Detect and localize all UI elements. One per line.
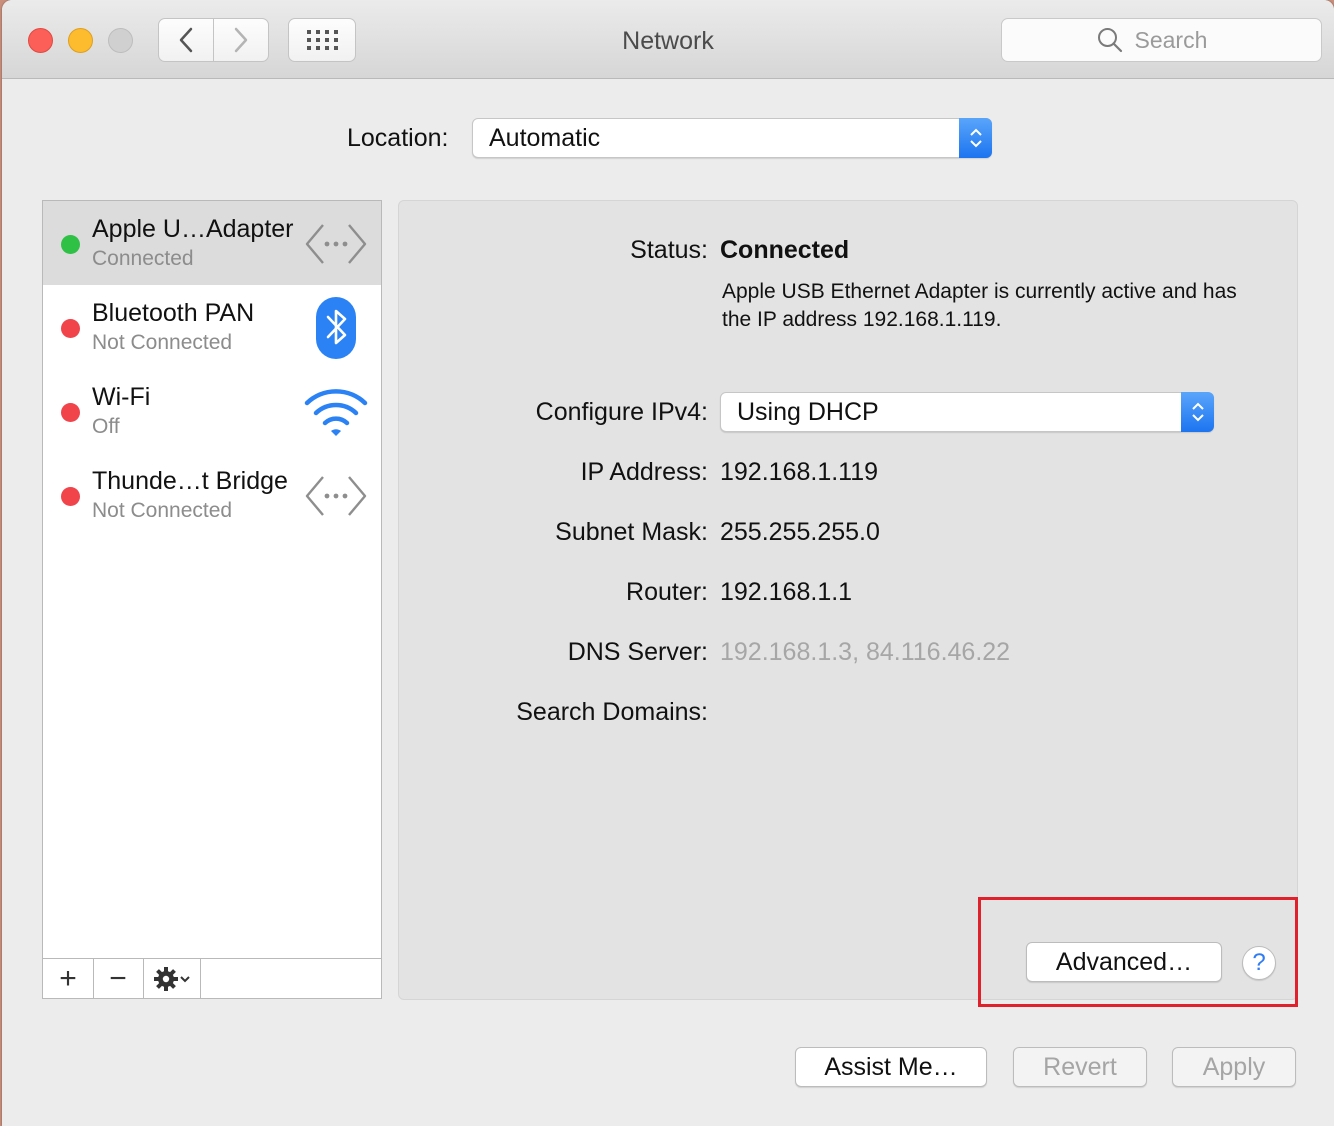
- service-name: Apple U…Adapter: [92, 215, 294, 243]
- service-name: Wi-Fi: [92, 383, 151, 411]
- service-status: Not Connected: [92, 499, 233, 522]
- remove-service-button[interactable]: −: [93, 959, 144, 998]
- add-service-button[interactable]: +: [43, 959, 94, 998]
- service-actions-menu-button[interactable]: [143, 959, 201, 998]
- status-description: Apple USB Ethernet Adapter is currently …: [722, 280, 1237, 331]
- router-value: 192.168.1.1: [720, 578, 853, 606]
- apply-button[interactable]: Apply: [1172, 1047, 1296, 1087]
- network-preferences-window: Network Location: Automatic Apple U…Adap…: [2, 0, 1334, 1126]
- location-label: Location:: [347, 124, 449, 152]
- search-domains-label: Search Domains:: [516, 698, 708, 726]
- wifi-icon: [304, 389, 368, 436]
- service-status: Connected: [92, 247, 194, 270]
- updown-arrows-icon: [1181, 392, 1214, 432]
- service-status: Off: [92, 415, 120, 438]
- service-item-bluetooth-pan[interactable]: Bluetooth PAN Not Connected: [43, 285, 381, 369]
- service-item-apple-usb-adapter[interactable]: Apple U…Adapter Connected: [43, 201, 381, 285]
- status-dot-green: [61, 235, 80, 254]
- subnet-mask-label: Subnet Mask:: [555, 518, 708, 546]
- chevron-down-icon: [179, 975, 190, 982]
- service-name: Thunde…t Bridge: [92, 467, 288, 495]
- search-input[interactable]: [1132, 25, 1227, 55]
- status-label: Status:: [630, 236, 708, 264]
- subnet-mask-value: 255.255.255.0: [720, 518, 880, 546]
- service-status: Not Connected: [92, 331, 233, 354]
- highlight-box: [978, 897, 1298, 1007]
- service-item-wifi[interactable]: Wi-Fi Off: [43, 369, 381, 453]
- configure-ipv4-label: Configure IPv4:: [535, 398, 708, 426]
- updown-arrows-icon: [959, 118, 992, 158]
- search-icon: [1097, 28, 1122, 53]
- network-service-list: Apple U…Adapter Connected Bluetooth PAN …: [42, 200, 382, 960]
- ethernet-icon: [305, 224, 367, 264]
- assist-me-button[interactable]: Assist Me…: [795, 1047, 987, 1087]
- service-name: Bluetooth PAN: [92, 299, 255, 327]
- status-value: Connected: [720, 236, 850, 264]
- search-field[interactable]: [1001, 18, 1322, 62]
- status-dot-red: [61, 319, 80, 338]
- configure-ipv4-value: Using DHCP: [737, 398, 879, 426]
- service-list-toolbar: + −: [42, 958, 382, 999]
- dns-server-label: DNS Server:: [567, 638, 708, 666]
- title-bar: Network: [2, 0, 1334, 79]
- location-value: Automatic: [489, 124, 601, 152]
- ip-address-label: IP Address:: [580, 458, 708, 486]
- service-item-thunderbolt-bridge[interactable]: Thunde…t Bridge Not Connected: [43, 453, 381, 537]
- revert-button[interactable]: Revert: [1013, 1047, 1147, 1087]
- router-label: Router:: [626, 578, 708, 606]
- ip-address-value: 192.168.1.119: [720, 458, 879, 486]
- dns-server-value: 192.168.1.3, 84.116.46.22: [720, 638, 1011, 666]
- gear-icon: [153, 966, 178, 991]
- bluetooth-icon: [316, 297, 356, 359]
- status-dot-red: [61, 487, 80, 506]
- configure-ipv4-select[interactable]: Using DHCP: [720, 392, 1214, 432]
- status-dot-red: [61, 403, 80, 422]
- ethernet-icon: [305, 476, 367, 516]
- location-select[interactable]: Automatic: [472, 118, 992, 158]
